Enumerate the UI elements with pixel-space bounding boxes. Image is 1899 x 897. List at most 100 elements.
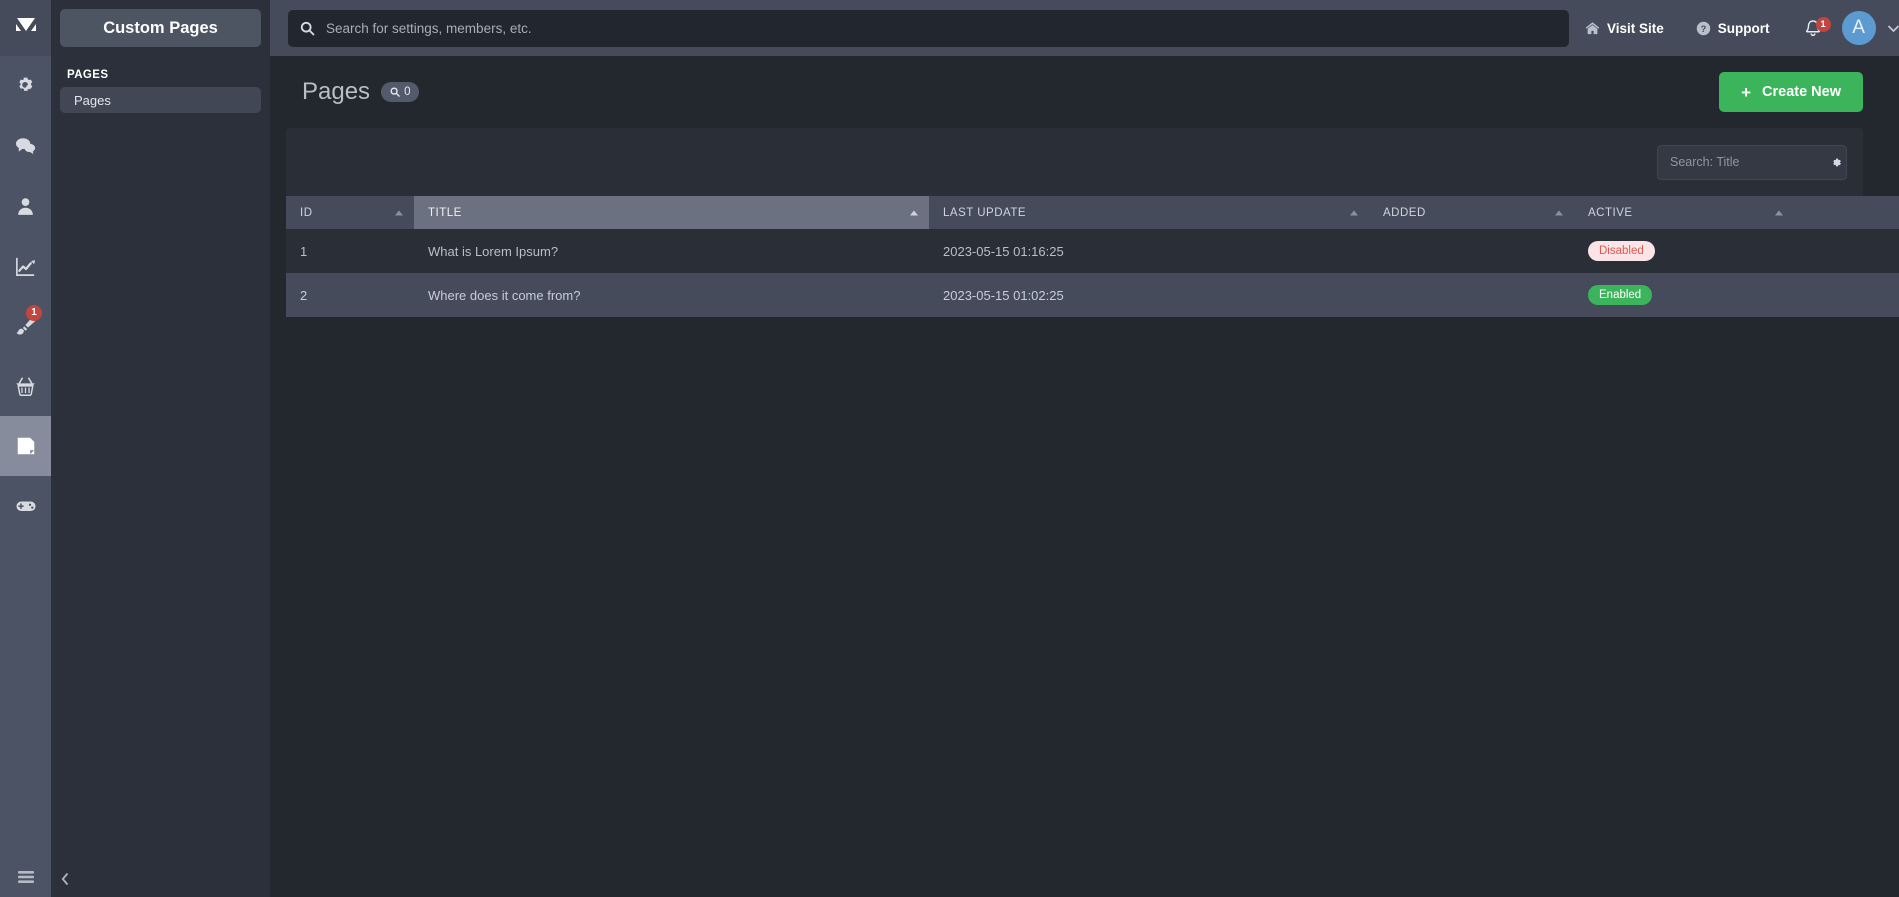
row-actions (1808, 287, 1899, 303)
plus-icon: + (1741, 82, 1752, 102)
rail-item-store[interactable] (0, 356, 51, 416)
sort-arrow-active (1775, 210, 1783, 215)
icon-rail: 1 (0, 0, 51, 897)
create-new-label: Create New (1762, 84, 1841, 100)
cell-actions (1794, 273, 1899, 317)
page-title-row: Pages 0 (286, 78, 420, 106)
column-label-last-update: LAST UPDATE (943, 206, 1027, 219)
cell-added (1369, 273, 1574, 317)
cell-added (1369, 229, 1574, 273)
hamburger-menu-icon (17, 871, 34, 883)
search-icon (300, 21, 315, 35)
row-actions (1808, 243, 1899, 259)
basket-icon (16, 376, 35, 396)
rail-item-list: 1 (0, 56, 51, 536)
visit-site-link[interactable]: Visit Site (1569, 21, 1680, 36)
table-row[interactable]: 2 Where does it come from? 2023-05-15 01… (286, 273, 1899, 317)
rail-item-games[interactable] (0, 476, 51, 536)
rail-item-messages[interactable] (0, 116, 51, 176)
sidebar-item-pages[interactable]: Pages (60, 87, 261, 113)
cell-title: Where does it come from? (428, 287, 581, 303)
svg-text:?: ? (1700, 23, 1706, 33)
rail-item-appearance[interactable]: 1 (0, 296, 51, 356)
table-header-row: ID TITLE LAST UPDATE ADDED ACTIVE (286, 196, 1899, 229)
cell-last-update: 2023-05-15 01:16:25 (943, 243, 1064, 259)
cell-last-update: 2023-05-15 01:02:25 (943, 287, 1064, 303)
global-search[interactable] (288, 9, 1569, 47)
column-header-actions (1794, 196, 1899, 229)
status-badge: Disabled (1588, 241, 1655, 261)
sort-arrow-id (395, 210, 403, 215)
table-head: ID TITLE LAST UPDATE ADDED ACTIVE (286, 196, 1899, 229)
avatar[interactable]: A (1841, 11, 1876, 45)
chat-bubbles-icon (15, 137, 36, 154)
rail-menu-toggle[interactable] (0, 857, 51, 897)
page-icon (17, 437, 34, 455)
question-circle-icon: ? (1696, 21, 1711, 36)
sidebar-group-label: PAGES (67, 69, 109, 81)
column-label-active: ACTIVE (1588, 206, 1633, 219)
pages-table: ID TITLE LAST UPDATE ADDED ACTIVE 1 What… (286, 196, 1899, 317)
page-title: Pages (302, 78, 371, 105)
home-icon (1585, 21, 1600, 36)
app-root: 1 Custom Pages PAGES Pages Search for se… (0, 0, 1899, 897)
cell-title: What is Lorem Ipsum? (428, 243, 559, 259)
settings-gear-icon (18, 77, 32, 91)
chart-line-icon (16, 257, 36, 276)
title-filter[interactable] (1657, 144, 1847, 180)
avatar-initial: A (1852, 17, 1865, 38)
support-link[interactable]: ? Support (1680, 21, 1786, 36)
notification-count-badge: 1 (1815, 16, 1831, 32)
secondary-sidebar: Custom Pages PAGES Pages (51, 0, 270, 897)
page-count-value: 0 (404, 86, 411, 98)
notifications-button[interactable]: 1 (1786, 16, 1836, 38)
create-new-button[interactable]: + Create New (1719, 72, 1863, 112)
status-badge: Enabled (1588, 285, 1653, 305)
account-menu-button[interactable] (1887, 24, 1899, 33)
page-count-badge: 0 (381, 82, 420, 102)
table-row[interactable]: 1 What is Lorem Ipsum? 2023-05-15 01:16:… (286, 229, 1899, 273)
cell-active: Disabled (1574, 229, 1794, 273)
app-logo[interactable] (0, 0, 51, 56)
title-filter-input[interactable] (1670, 155, 1831, 169)
sort-arrow-added (1555, 210, 1563, 215)
main-area: Visit Site ? Support (270, 0, 1899, 897)
support-label: Support (1717, 20, 1770, 36)
sort-arrow-title (910, 210, 918, 215)
table-body: 1 What is Lorem Ipsum? 2023-05-15 01:16:… (286, 229, 1899, 317)
column-header-id[interactable]: ID (286, 196, 414, 229)
gamepad-icon (16, 501, 35, 511)
rail-item-statistics[interactable] (0, 236, 51, 296)
rail-item-members[interactable] (0, 176, 51, 236)
column-label-title: TITLE (428, 206, 462, 219)
cell-actions (1794, 229, 1899, 273)
sort-arrow-last-update (1350, 210, 1358, 215)
column-header-last-update[interactable]: LAST UPDATE (929, 196, 1369, 229)
column-label-id: ID (300, 206, 313, 219)
cell-id: 1 (300, 243, 308, 259)
rail-item-settings[interactable] (0, 56, 51, 116)
cell-id: 2 (300, 287, 308, 303)
sidebar-title: Custom Pages (60, 9, 261, 47)
sidebar-collapse-button[interactable] (51, 861, 79, 897)
search-input[interactable] (326, 20, 1557, 36)
user-icon (18, 197, 33, 215)
top-bar-right: Visit Site ? Support 1 A (1569, 11, 1899, 45)
visit-site-label: Visit Site (1607, 20, 1664, 36)
chevron-left-icon (61, 872, 68, 886)
search-icon (390, 87, 400, 97)
chevron-down-icon (1887, 24, 1899, 32)
column-header-added[interactable]: ADDED (1369, 196, 1574, 229)
page-header: Pages 0 + Create New (270, 56, 1899, 128)
gear-icon[interactable] (1831, 156, 1844, 169)
logo-triangle-m-icon (15, 18, 36, 31)
table-toolbar (286, 128, 1863, 196)
top-bar: Visit Site ? Support (270, 0, 1899, 56)
rail-item-pages[interactable] (0, 416, 51, 476)
pages-table-card: ID TITLE LAST UPDATE ADDED (286, 128, 1899, 317)
column-header-title[interactable]: TITLE (414, 196, 929, 229)
cell-active: Enabled (1574, 273, 1794, 317)
column-label-added: ADDED (1383, 206, 1426, 219)
sidebar-item-label: Pages (74, 92, 111, 108)
column-header-active[interactable]: ACTIVE (1574, 196, 1794, 229)
